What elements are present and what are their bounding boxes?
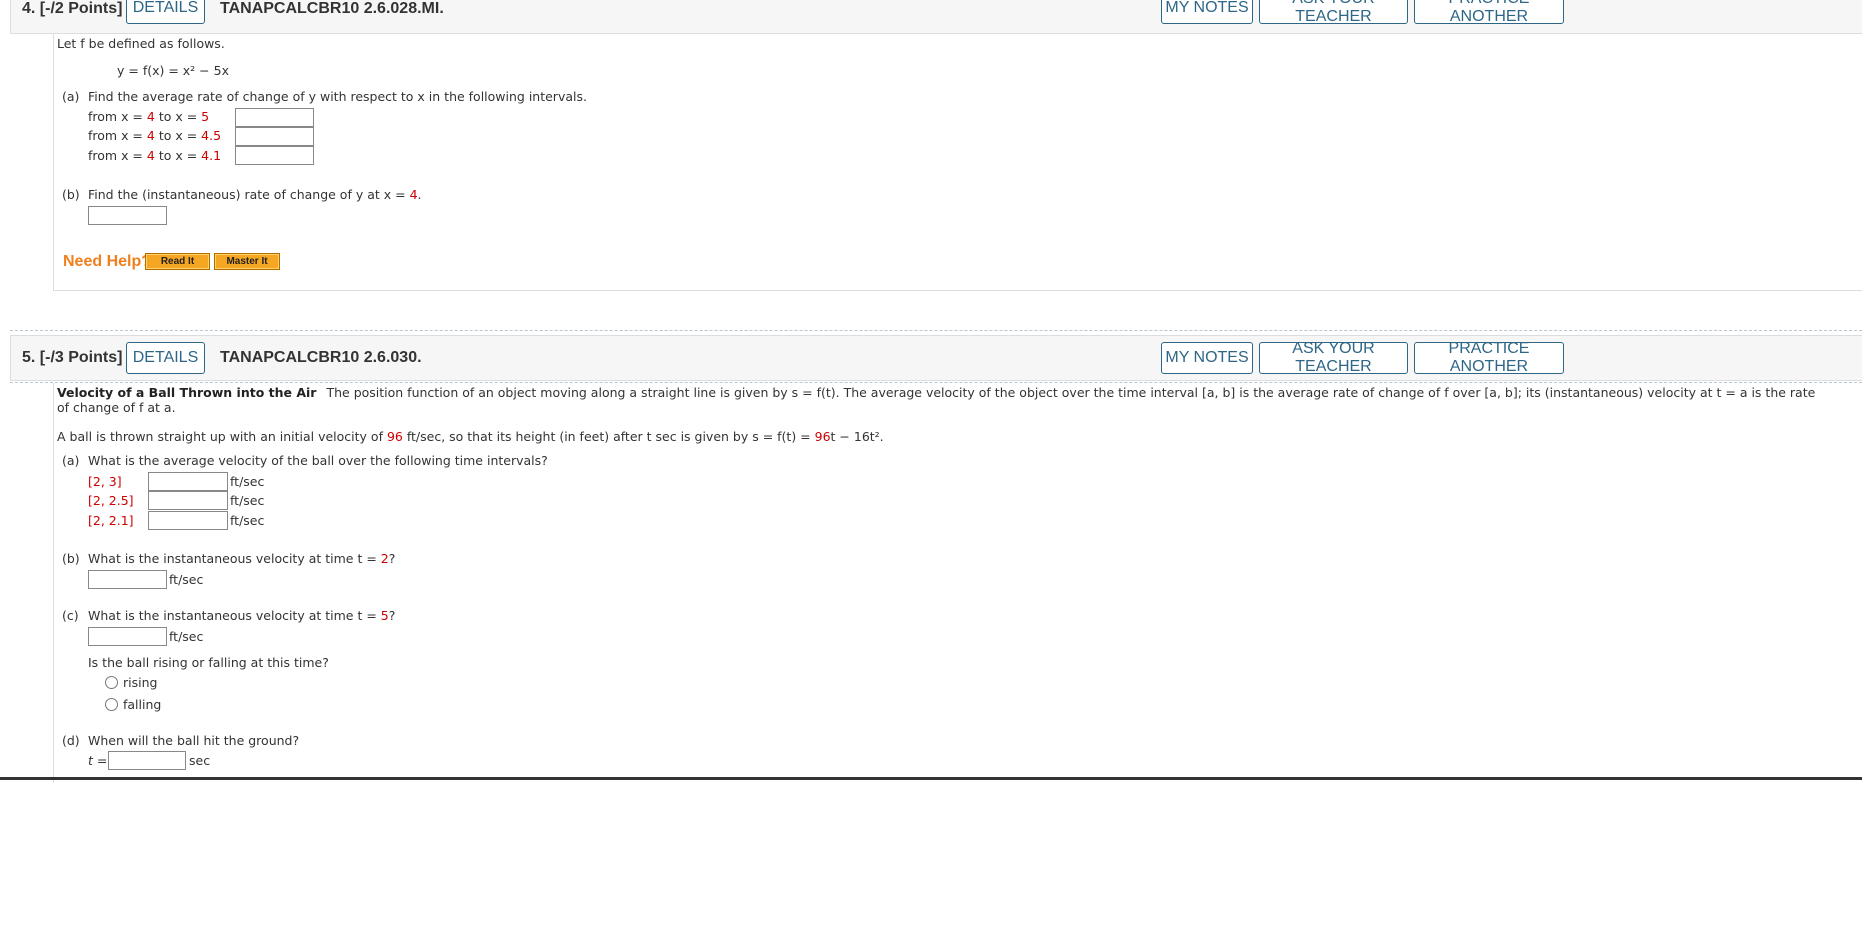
q4-master-it-button[interactable]: Master It	[214, 253, 280, 270]
q5-falling-radio[interactable]	[105, 698, 118, 711]
q5-points: 5. [-/3 Points]	[22, 349, 123, 366]
q5-rising-radio[interactable]	[105, 676, 118, 689]
q4-part-b-answer[interactable]	[88, 206, 167, 225]
q4-function: y = f(x) = x² − 5x	[117, 63, 229, 78]
q4-need-help: Need Help?	[63, 253, 152, 270]
q4-part-b-text: Find the (instantaneous) rate of change …	[88, 187, 422, 202]
q5-part-d-answer[interactable]	[108, 751, 186, 770]
q4-ask-teacher-button[interactable]: ASK YOUR TEACHER	[1259, 0, 1408, 25]
q5-t-equals: t =	[88, 753, 108, 768]
q5-ball-statement: A ball is thrown straight up with an ini…	[57, 429, 884, 444]
q5-part-a-text: What is the average velocity of the ball…	[88, 453, 548, 468]
q5-part-b-unit: ft/sec	[169, 572, 204, 587]
q5-part-c-label: (c)	[62, 608, 79, 623]
q5-intro: Velocity of a Ball Thrown into the Air Th…	[57, 385, 1815, 400]
q5-interval-2-answer[interactable]	[148, 491, 228, 510]
q4-part-a-text: Find the average rate of change of y wit…	[88, 89, 587, 104]
q4-details-button[interactable]: DETAILS	[126, 0, 205, 24]
q4-my-notes-button[interactable]: MY NOTES	[1161, 0, 1253, 24]
q5-part-b-answer[interactable]	[88, 570, 167, 589]
q4-interval-1: from x = 4 to x = 5	[88, 109, 210, 124]
q4-intro: Let f be defined as follows.	[57, 36, 225, 51]
q4-interval-2: from x = 4 to x = 4.5	[88, 128, 222, 143]
q5-title: Velocity of a Ball Thrown into the Air	[57, 385, 317, 400]
q5-part-a-label: (a)	[62, 453, 80, 468]
q5-interval-3: [2, 2.1]	[88, 513, 134, 528]
q5-interval-3-unit: ft/sec	[230, 513, 265, 528]
q4-interval-2-answer[interactable]	[235, 127, 314, 146]
q4-interval-3: from x = 4 to x = 4.1	[88, 148, 222, 163]
q4-panel	[53, 33, 1862, 291]
q5-part-b-label: (b)	[62, 551, 80, 566]
q5-intro-line2: of change of f at a.	[57, 400, 176, 415]
q5-part-d-label: (d)	[62, 733, 80, 748]
q5-interval-1-unit: ft/sec	[230, 474, 265, 489]
q5-top-divider	[10, 330, 1862, 331]
q5-part-c-unit: ft/sec	[169, 629, 204, 644]
q5-intro-line1: The position function of an object movin…	[326, 385, 1816, 400]
q4-practice-another-button[interactable]: PRACTICE ANOTHER	[1414, 0, 1564, 25]
q5-part-d-text: When will the ball hit the ground?	[88, 733, 300, 748]
q4-points: 4. [-/2 Points]	[22, 0, 123, 17]
q4-problem-code: TANAPCALCBR10 2.6.028.MI.	[220, 0, 444, 17]
q5-part-d-unit: sec	[189, 753, 211, 768]
q4-interval-3-answer[interactable]	[235, 146, 314, 165]
q5-interval-1: [2, 3]	[88, 474, 122, 489]
q5-part-b-text: What is the instantaneous velocity at ti…	[88, 551, 396, 566]
q5-my-notes-button[interactable]: MY NOTES	[1161, 342, 1253, 374]
q4-part-b-label: (b)	[62, 187, 80, 202]
page-bottom-bar	[0, 777, 1862, 780]
q5-interval-2-unit: ft/sec	[230, 493, 265, 508]
q5-part-c-answer[interactable]	[88, 627, 167, 646]
q5-practice-another-button[interactable]: PRACTICE ANOTHER	[1414, 340, 1564, 375]
q5-interval-2: [2, 2.5]	[88, 493, 134, 508]
q5-details-button[interactable]: DETAILS	[126, 342, 205, 374]
q4-part-a-label: (a)	[62, 89, 80, 104]
q4-read-it-button[interactable]: Read It	[145, 253, 210, 270]
q5-falling-label[interactable]: falling	[123, 697, 161, 712]
q5-rising-question: Is the ball rising or falling at this ti…	[88, 655, 329, 670]
q4-interval-1-answer[interactable]	[235, 108, 314, 127]
q5-ask-teacher-button[interactable]: ASK YOUR TEACHER	[1259, 340, 1408, 375]
q5-interval-3-answer[interactable]	[148, 511, 228, 530]
q5-rising-label[interactable]: rising	[123, 675, 157, 690]
q5-part-c-text: What is the instantaneous velocity at ti…	[88, 608, 396, 623]
q5-problem-code: TANAPCALCBR10 2.6.030.	[220, 349, 422, 366]
q5-interval-1-answer[interactable]	[148, 472, 228, 491]
